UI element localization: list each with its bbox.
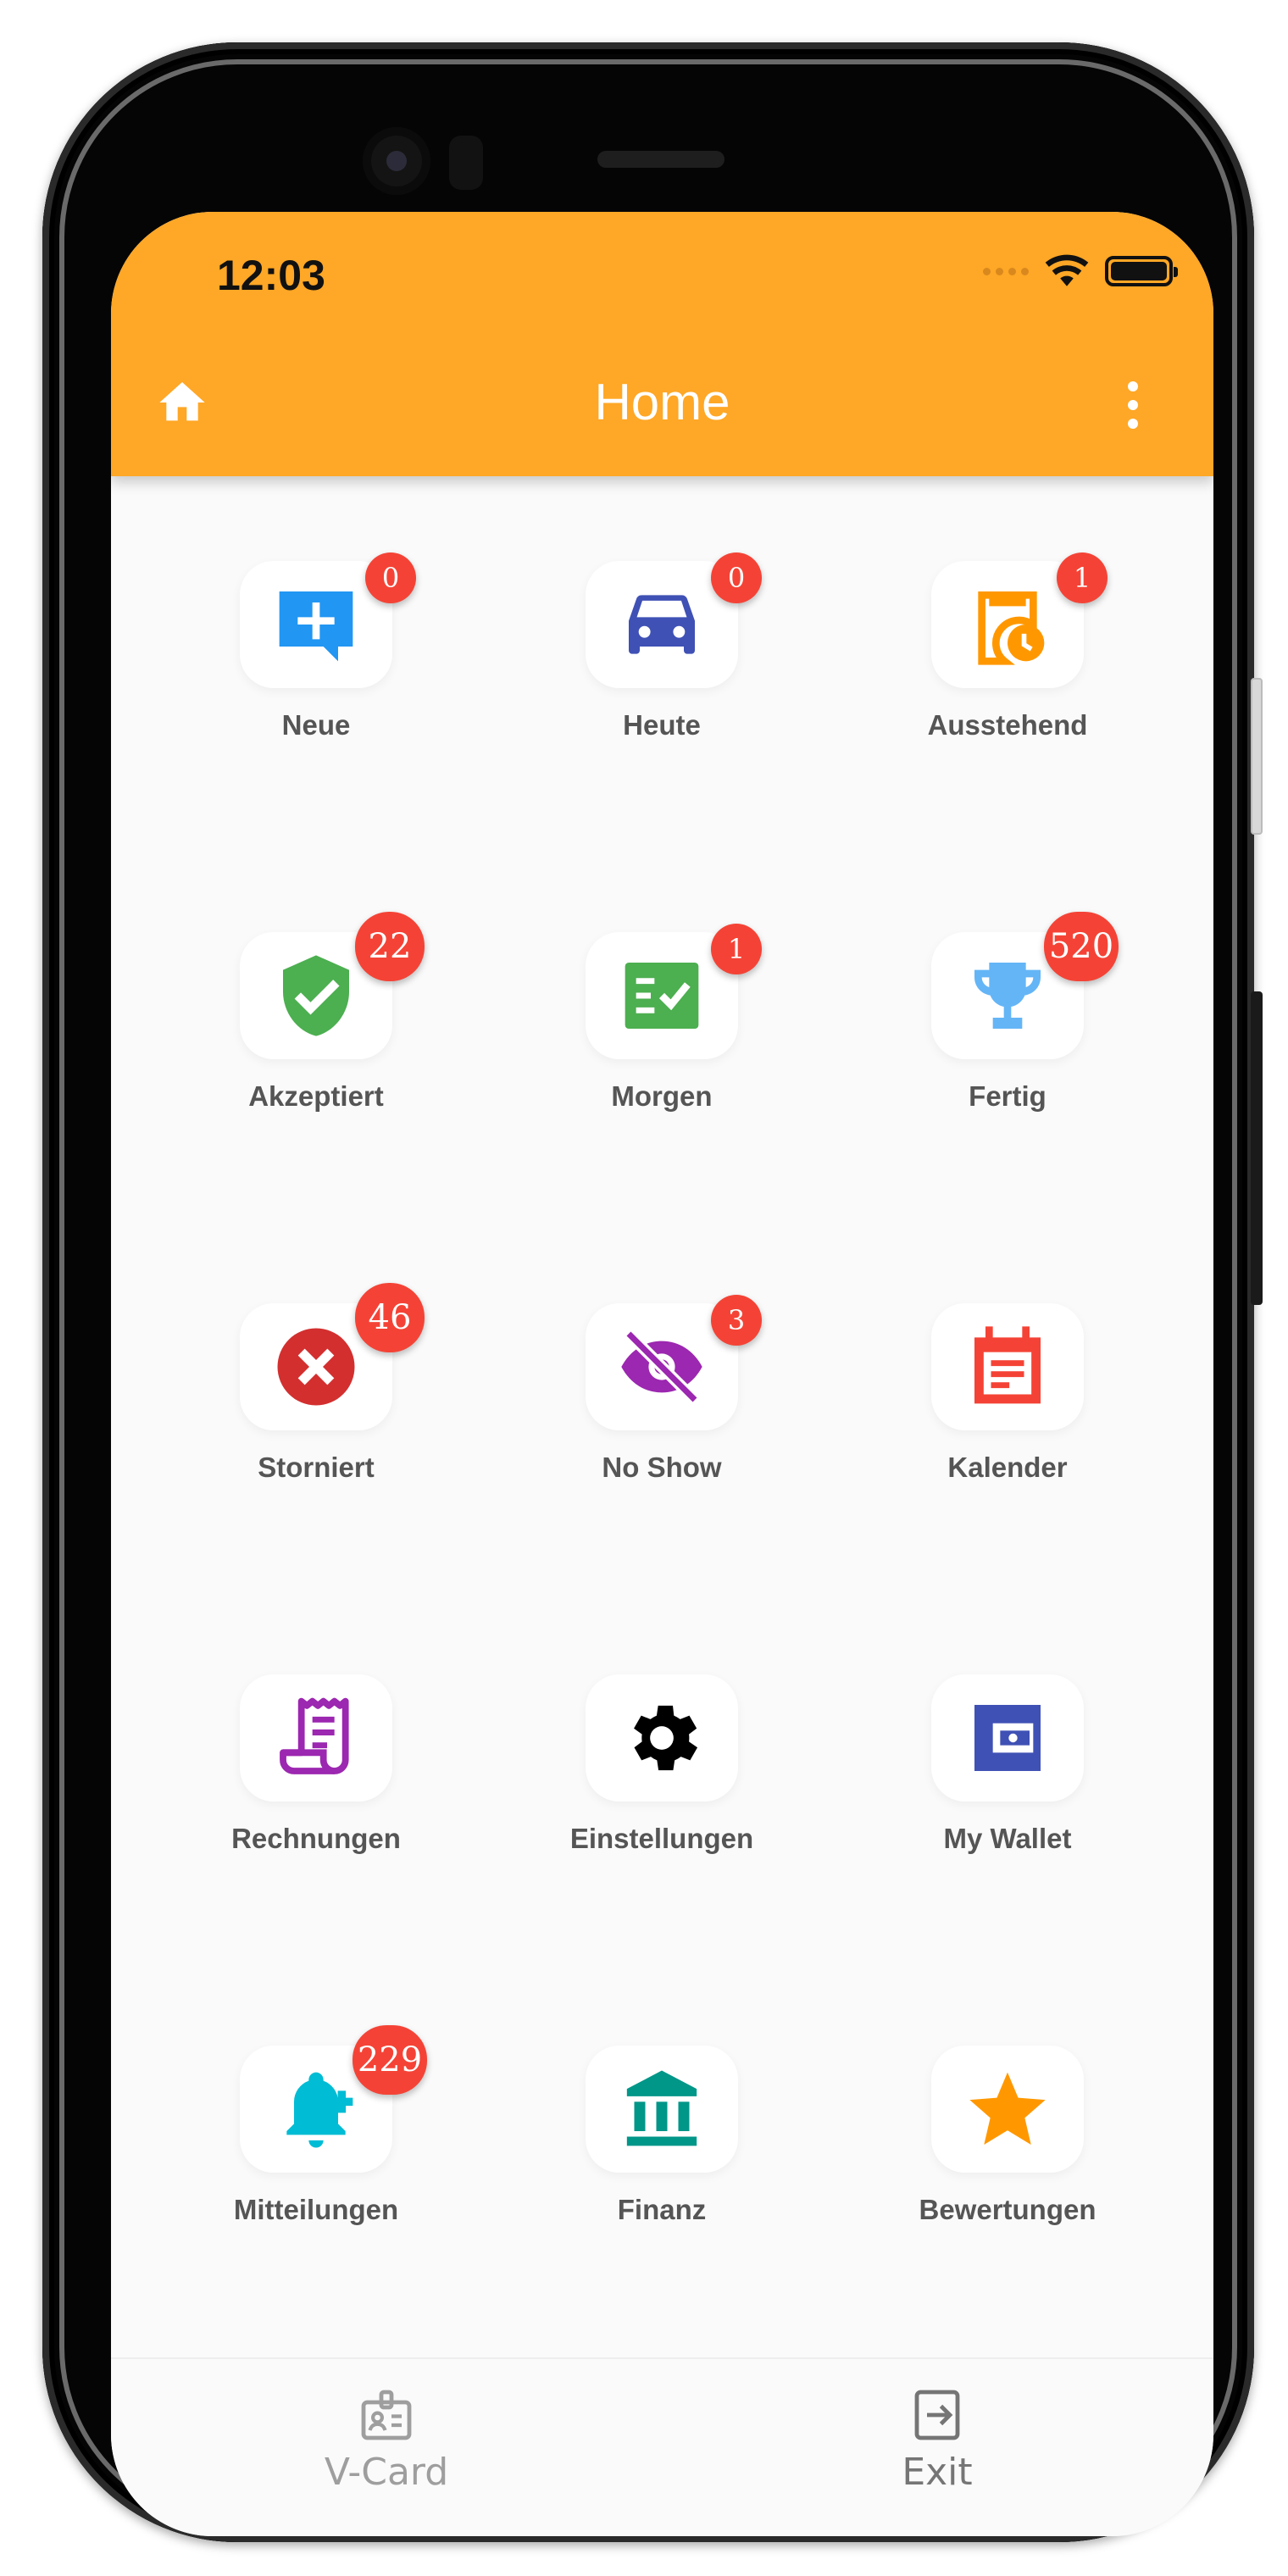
tile-my-wallet[interactable]: My Wallet bbox=[880, 1674, 1135, 1929]
tile-label: Morgen bbox=[611, 1080, 713, 1112]
tile-label: Storniert bbox=[258, 1452, 375, 1483]
bottom-nav: V-Card Exit bbox=[111, 2357, 1213, 2536]
menu-grid: 0 Neue 0 Heute 1 Ausstehend 22 Akzeptier… bbox=[111, 476, 1213, 2357]
tile-fertig[interactable]: 520 Fertig bbox=[880, 912, 1135, 1186]
tile-einstellungen[interactable]: Einstellungen bbox=[535, 1674, 789, 1929]
exit-icon bbox=[914, 2390, 960, 2440]
tile-label: Fertig bbox=[969, 1080, 1046, 1112]
tile-morgen[interactable]: 1 Morgen bbox=[535, 924, 789, 1186]
bell-plus-icon bbox=[286, 2072, 353, 2148]
receipt-icon bbox=[280, 1697, 349, 1774]
id-card-icon bbox=[361, 2390, 412, 2440]
tile-finanz[interactable]: Finanz bbox=[535, 2046, 789, 2300]
bank-icon bbox=[626, 2070, 697, 2146]
power-button bbox=[1251, 678, 1263, 835]
tile-rechnungen[interactable]: Rechnungen bbox=[189, 1674, 443, 1929]
vcard-label: V-Card bbox=[324, 2451, 449, 2494]
cancel-icon bbox=[277, 1328, 355, 1406]
vcard-button[interactable]: V-Card bbox=[276, 2384, 497, 2494]
front-camera bbox=[363, 127, 430, 195]
tile-label: Ausstehend bbox=[927, 709, 1088, 741]
tile-label: Bewertungen bbox=[919, 2194, 1096, 2225]
add-comment-icon bbox=[279, 591, 353, 662]
car-icon bbox=[629, 595, 695, 654]
shield-check-icon bbox=[283, 955, 349, 1036]
tile-kalender[interactable]: Kalender bbox=[880, 1303, 1135, 1557]
tile-label: Rechnungen bbox=[231, 1823, 401, 1854]
exit-button[interactable]: Exit bbox=[827, 2384, 1047, 2494]
checklist-icon bbox=[625, 963, 699, 1029]
screen: 12:03 Home 0 Neue 0 Heute 1 Ausstehend 2… bbox=[111, 212, 1213, 2536]
tile-bewertungen[interactable]: Bewertungen bbox=[880, 2046, 1135, 2300]
pending-clipboard-icon bbox=[978, 591, 1045, 665]
wallet-icon bbox=[974, 1705, 1041, 1771]
wifi-icon bbox=[1045, 254, 1089, 286]
tile-label: Neue bbox=[281, 709, 351, 741]
calendar-icon bbox=[974, 1326, 1041, 1404]
tile-no-show[interactable]: 3 No Show bbox=[535, 1295, 789, 1557]
badge-neue: 0 bbox=[365, 552, 416, 603]
more-menu-button[interactable] bbox=[1120, 378, 1146, 432]
status-icons bbox=[983, 254, 1178, 288]
battery-icon bbox=[1105, 256, 1178, 286]
eye-off-icon bbox=[621, 1330, 702, 1404]
badge-heute: 0 bbox=[711, 552, 762, 603]
tile-label: Kalender bbox=[947, 1452, 1068, 1483]
tile-label: Mitteilungen bbox=[233, 2194, 399, 2225]
badge-ausstehend: 1 bbox=[1057, 552, 1108, 603]
volume-button bbox=[1251, 991, 1263, 1305]
tile-label: Einstellungen bbox=[569, 1823, 754, 1854]
gear-icon bbox=[634, 1705, 698, 1771]
badge-fertig: 520 bbox=[1044, 912, 1119, 981]
badge-morgen: 1 bbox=[711, 924, 762, 974]
proximity-sensor bbox=[449, 136, 483, 190]
badge-no-show: 3 bbox=[711, 1295, 762, 1346]
signal-icon bbox=[983, 267, 1029, 275]
star-icon bbox=[969, 2072, 1046, 2146]
tile-label: Akzeptiert bbox=[248, 1080, 384, 1112]
tile-mitteilungen[interactable]: 229 Mitteilungen bbox=[189, 2025, 443, 2300]
tile-storniert[interactable]: 46 Storniert bbox=[189, 1283, 443, 1557]
exit-label: Exit bbox=[902, 2451, 973, 2494]
app-bar: 12:03 Home bbox=[111, 212, 1213, 476]
tile-label: Finanz bbox=[617, 2194, 707, 2225]
page-title: Home bbox=[594, 374, 730, 430]
badge-mitteilungen: 229 bbox=[353, 2025, 427, 2095]
tile-label: Heute bbox=[623, 709, 701, 741]
badge-storniert: 46 bbox=[355, 1283, 425, 1352]
tile-label: My Wallet bbox=[943, 1823, 1072, 1854]
tile-akzeptiert[interactable]: 22 Akzeptiert bbox=[189, 912, 443, 1186]
tile-neue[interactable]: 0 Neue bbox=[189, 552, 443, 815]
tile-label: No Show bbox=[602, 1452, 722, 1483]
trophy-icon bbox=[974, 963, 1041, 1029]
earpiece-speaker bbox=[597, 151, 724, 168]
status-time: 12:03 bbox=[217, 252, 325, 299]
badge-akzeptiert: 22 bbox=[355, 912, 425, 981]
tile-ausstehend[interactable]: 1 Ausstehend bbox=[880, 552, 1135, 815]
tile-heute[interactable]: 0 Heute bbox=[535, 552, 789, 815]
